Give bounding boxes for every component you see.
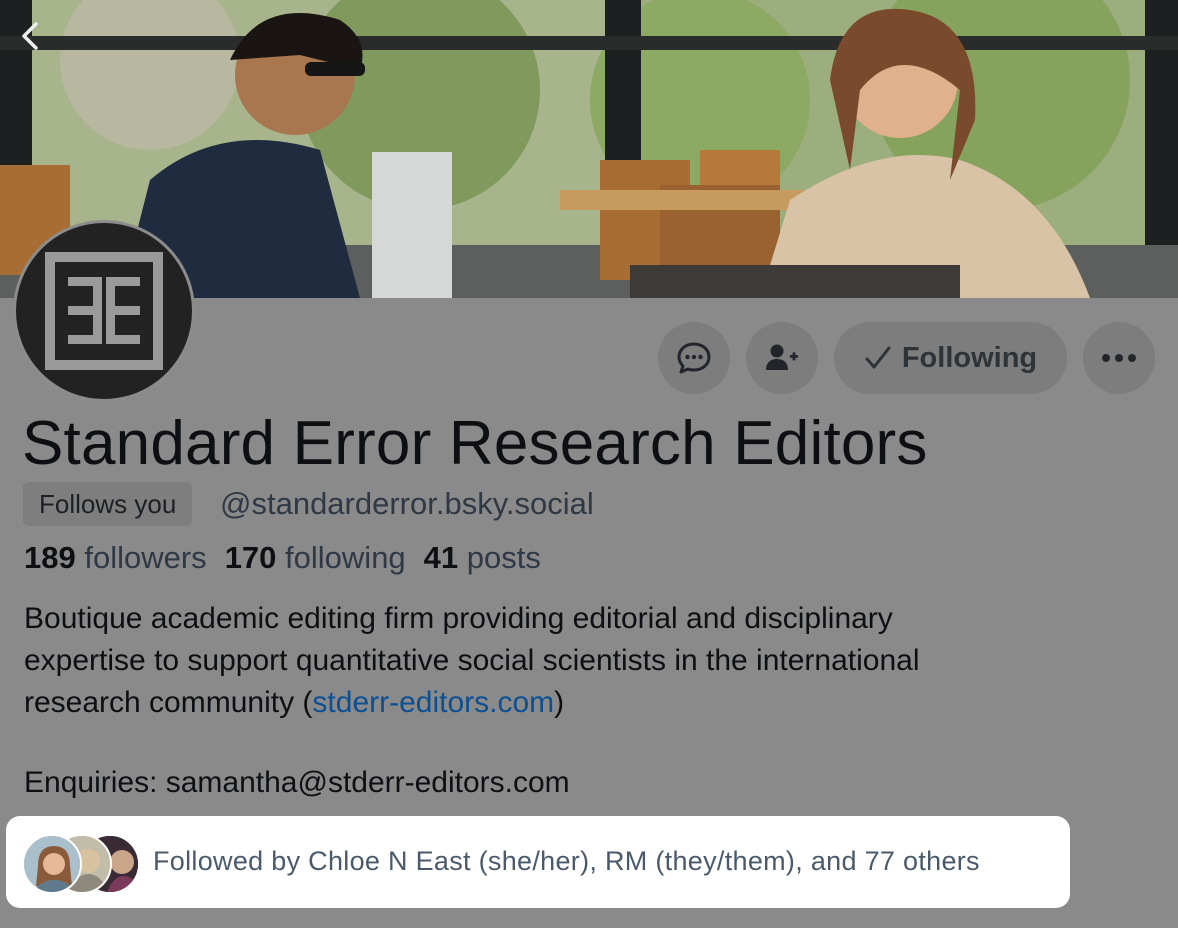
bio-line: Boutique academic editing firm providing… xyxy=(24,602,893,635)
profile-banner xyxy=(0,0,1178,298)
profile-display-name: Standard Error Research Editors xyxy=(22,409,928,478)
add-person-icon xyxy=(766,344,798,370)
profile-bio: Boutique academic editing firm providing… xyxy=(24,598,1124,724)
followers-count: 189 xyxy=(24,540,76,575)
posts-stat: 41 posts xyxy=(424,540,541,576)
posts-label: posts xyxy=(466,540,541,575)
followers-stat[interactable]: 189 followers xyxy=(24,540,207,576)
chat-bubble-icon xyxy=(677,342,711,374)
ellipsis-icon xyxy=(1102,354,1136,362)
stderr-logo-icon xyxy=(45,252,163,370)
chevron-left-icon xyxy=(22,22,38,50)
posts-count: 41 xyxy=(423,540,459,575)
bio-website-link[interactable]: stderr-editors.com xyxy=(312,686,554,719)
following-count: 170 xyxy=(224,540,277,575)
bio-enquiries: Enquiries: samantha@stderr-editors.com xyxy=(24,766,570,799)
following-label: following xyxy=(285,540,406,575)
checkmark-icon xyxy=(865,346,891,369)
bio-line: research community (stderr-editors.com) xyxy=(24,682,1124,724)
banner-image xyxy=(0,0,1178,298)
profile-avatar[interactable] xyxy=(13,220,195,402)
followed-by-text: Followed by Chloe N East (she/her), RM (… xyxy=(153,846,980,876)
message-button[interactable] xyxy=(658,322,730,394)
follower-avatar-chloe xyxy=(22,834,82,894)
followed-by-card[interactable]: Followed by Chloe N East (she/her), RM (… xyxy=(6,816,1070,908)
bio-line: expertise to support quantitative social… xyxy=(24,644,920,677)
profile-stats: 189 followers 170 following 41 posts xyxy=(24,540,541,576)
follows-you-badge: Follows you xyxy=(23,482,193,526)
back-button[interactable] xyxy=(14,18,46,54)
bio-text: research community ( xyxy=(24,686,313,719)
following-button-label: Following xyxy=(901,341,1038,374)
followers-label: followers xyxy=(84,540,207,575)
more-options-button[interactable] xyxy=(1083,322,1155,394)
following-button[interactable]: Following xyxy=(834,322,1067,394)
profile-handle[interactable]: @standarderror.bsky.social xyxy=(220,486,594,522)
add-follow-button[interactable] xyxy=(746,322,818,394)
bio-text: ) xyxy=(554,686,565,719)
following-stat[interactable]: 170 following xyxy=(225,540,406,576)
